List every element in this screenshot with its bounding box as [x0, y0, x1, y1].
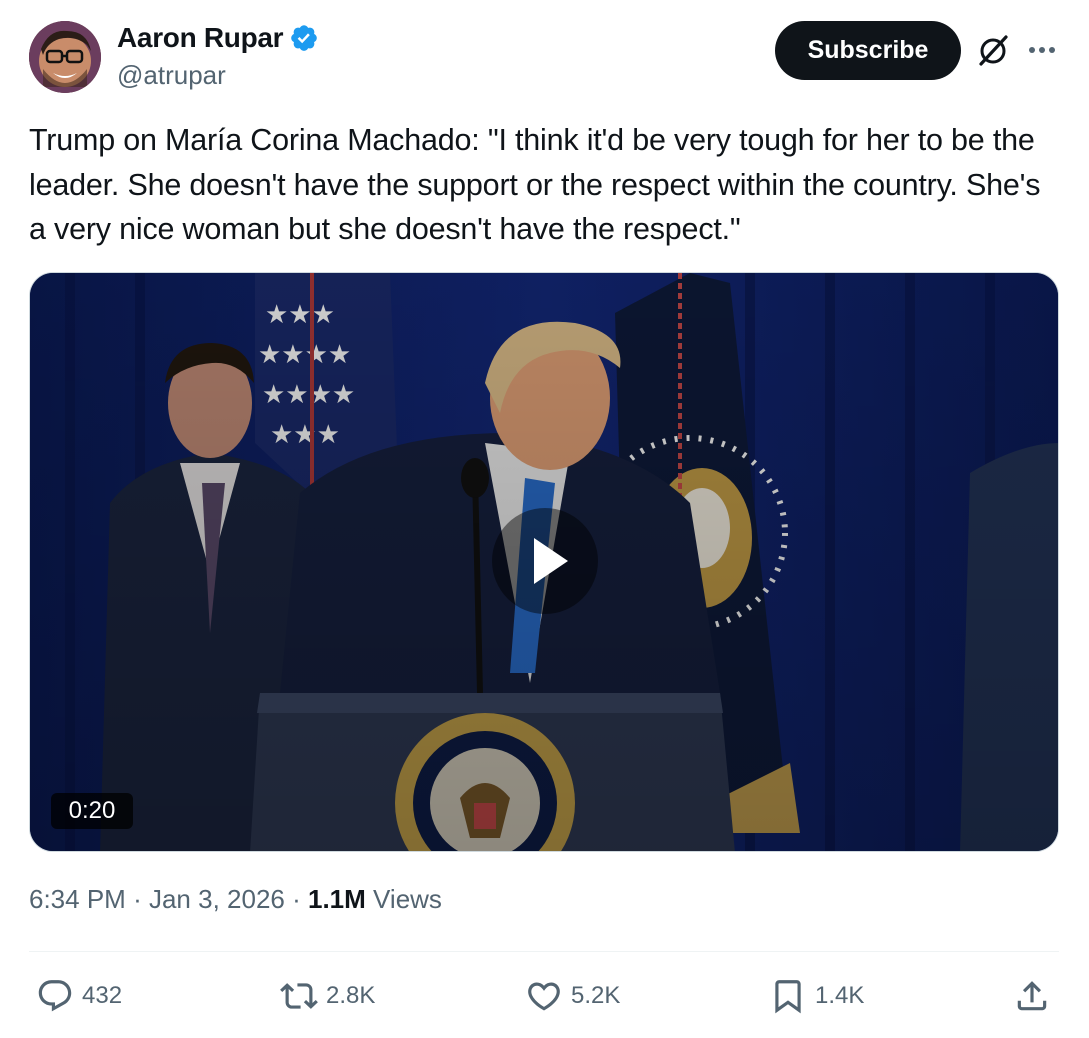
more-options-icon[interactable]	[1026, 36, 1058, 64]
bookmark-button[interactable]: 1.4K	[769, 975, 864, 1017]
video-duration-badge: 0:20	[51, 793, 133, 829]
divider	[29, 951, 1059, 952]
repost-count: 2.8K	[326, 982, 376, 1009]
bookmark-count: 1.4K	[815, 982, 865, 1009]
meta-separator: ·	[133, 884, 142, 914]
repost-button[interactable]: 2.8K	[280, 975, 375, 1017]
tweet-time[interactable]: 6:34 PM	[29, 884, 126, 914]
repost-icon	[280, 983, 318, 1009]
bookmark-icon	[775, 980, 801, 1014]
author-handle[interactable]: @atrupar	[117, 60, 226, 91]
meta-separator: ·	[292, 884, 301, 914]
reply-button[interactable]: 432	[36, 975, 122, 1017]
like-count: 5.2K	[571, 982, 621, 1009]
play-button[interactable]	[492, 508, 598, 614]
views-count: 1.1M	[308, 884, 366, 914]
tweet-date[interactable]: Jan 3, 2026	[149, 884, 285, 914]
share-button[interactable]	[1013, 975, 1051, 1017]
verified-badge-icon[interactable]	[289, 23, 319, 53]
tweet-text: Trump on María Corina Machado: "I think …	[29, 123, 1041, 246]
tweet-meta: 6:34 PM · Jan 3, 2026 · 1.1M Views	[29, 884, 442, 915]
heart-icon	[528, 982, 560, 1011]
author-name-row: Aaron Rupar	[117, 22, 319, 54]
play-icon	[534, 538, 568, 584]
subscribe-button[interactable]: Subscribe	[775, 21, 961, 80]
like-button[interactable]: 5.2K	[525, 975, 620, 1017]
video-player[interactable]: ★★★ ★★★★ ★★★★ ★★★	[29, 272, 1059, 852]
author-display-name[interactable]: Aaron Rupar	[117, 22, 284, 54]
reply-count: 432	[82, 982, 123, 1009]
avatar[interactable]	[29, 21, 101, 93]
grok-icon[interactable]	[975, 32, 1011, 68]
share-icon	[1017, 981, 1047, 1011]
reply-icon	[38, 980, 72, 1012]
views-label: Views	[373, 884, 442, 914]
